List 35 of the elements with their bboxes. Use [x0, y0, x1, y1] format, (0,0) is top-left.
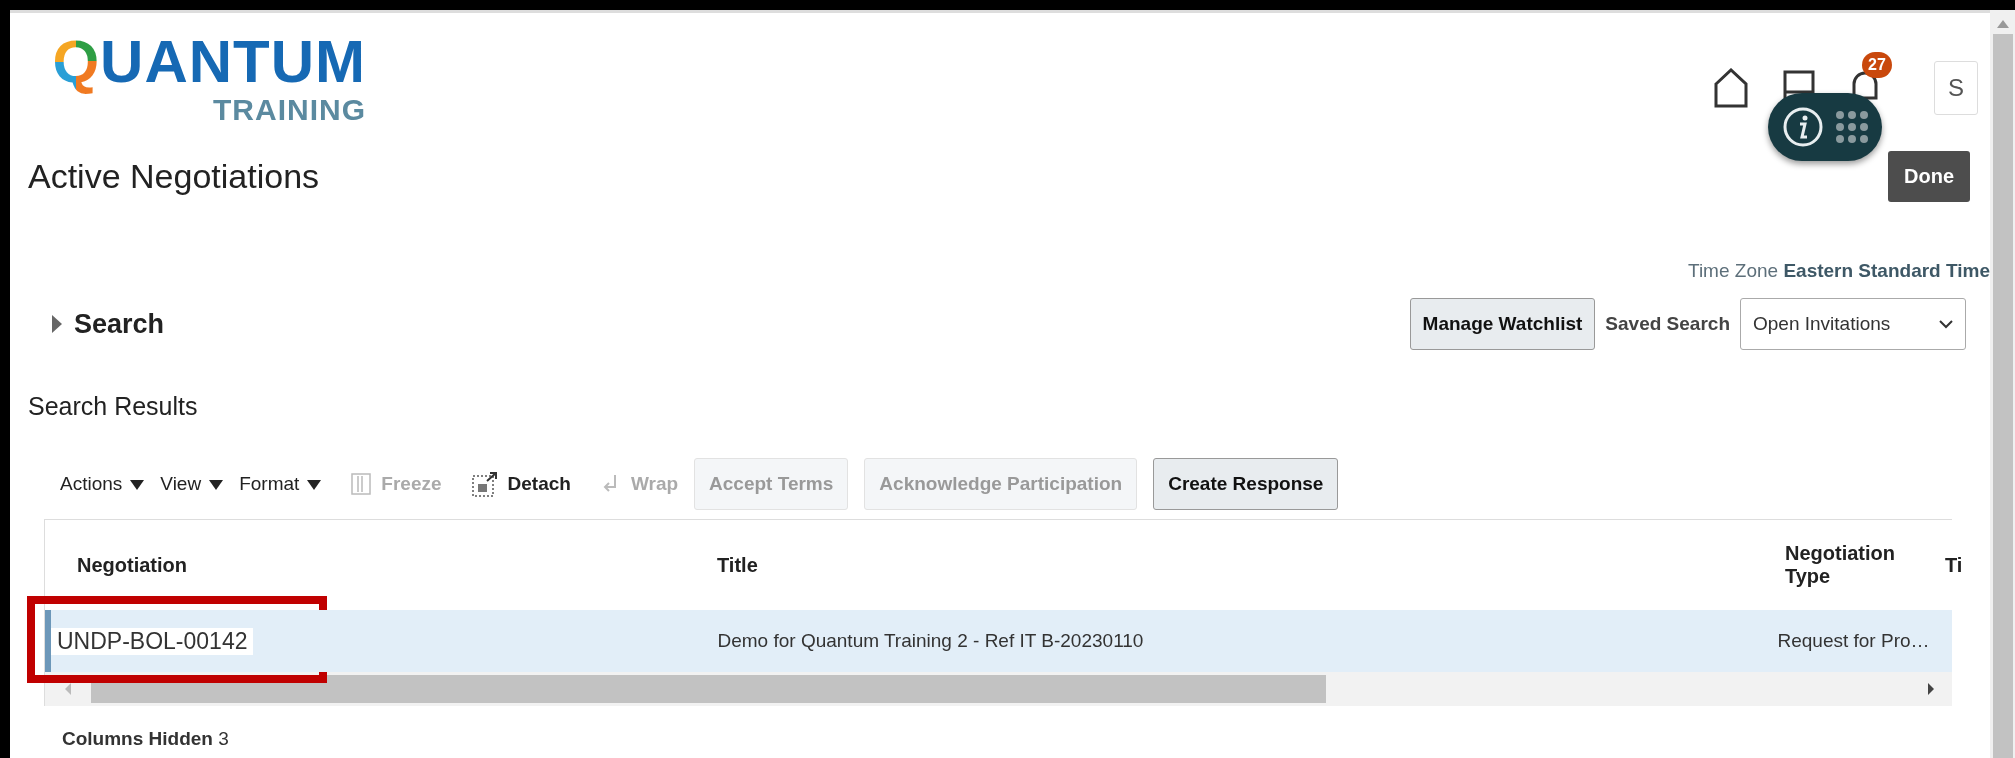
- freeze-icon: [351, 473, 372, 495]
- logo-wordmark: QUANTUM: [52, 31, 366, 93]
- manage-watchlist-button[interactable]: Manage Watchlist: [1409, 298, 1596, 350]
- apps-grid-icon[interactable]: [1835, 110, 1869, 144]
- user-avatar[interactable]: S: [1934, 61, 1978, 115]
- toolbar-button[interactable]: Create Response: [1153, 458, 1339, 510]
- scrollbar[interactable]: [1990, 10, 2015, 758]
- search-toggle[interactable]: Search: [52, 308, 165, 340]
- saved-search-label: Saved Search: [1605, 313, 1730, 335]
- done-button[interactable]: Done: [1888, 151, 1970, 202]
- detach-icon: [471, 471, 498, 497]
- home-icon[interactable]: [1714, 68, 1748, 108]
- column-header[interactable]: Ti: [1945, 553, 1985, 577]
- time-zone-text: Time Zone Eastern Standard Time: [1687, 260, 1990, 282]
- notification-badge: 27: [1862, 52, 1892, 78]
- saved-search-dropdown[interactable]: Open Invitations: [1740, 298, 1966, 350]
- column-header[interactable]: Negotiation Type: [1775, 542, 1945, 588]
- column-header[interactable]: Negotiation: [45, 553, 685, 577]
- table-row[interactable]: UNDP-BOL-00142 Demo for Quantum Training 2 - Ref IT B-20230110 Request for Pro…: [45, 610, 1952, 672]
- columns-hidden-text: Columns Hidden 3: [62, 728, 230, 750]
- info-icon[interactable]: [1781, 105, 1825, 149]
- page-title: Active Negotiations: [28, 157, 320, 196]
- section-title: Search Results: [28, 392, 199, 421]
- horizontal-scrollbar[interactable]: [45, 672, 1952, 706]
- help-menu[interactable]: [1768, 93, 1882, 161]
- table-cell-link[interactable]: UNDP-BOL-00142: [51, 627, 254, 655]
- menu-button[interactable]: Format: [239, 473, 322, 495]
- logo-tagline: TRAINING: [213, 93, 366, 127]
- column-header[interactable]: Title: [685, 553, 1775, 577]
- table-cell-text: Request for Pro…: [1776, 630, 1926, 652]
- menu-button[interactable]: Actions: [60, 473, 145, 495]
- table-cell-text: Demo for Quantum Training 2 - Ref IT B-20230110: [716, 630, 1145, 652]
- menu-button[interactable]: View: [160, 473, 224, 495]
- toolbar-button[interactable]: Detach: [471, 471, 571, 497]
- chevron-down-icon: [1939, 319, 1953, 329]
